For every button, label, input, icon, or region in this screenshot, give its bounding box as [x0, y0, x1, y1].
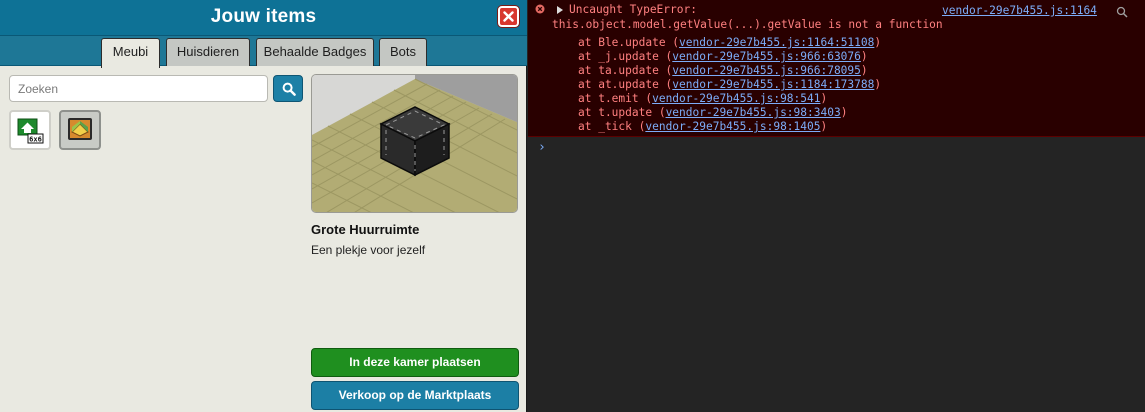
window-title: Jouw items — [210, 6, 317, 27]
stack-frame: at _tick (vendor-29e7b455.js:98:1405) — [578, 120, 828, 133]
search-icon — [282, 82, 296, 96]
item-tile-room-floor[interactable] — [59, 110, 101, 150]
stack-frame: at t.update (vendor-29e7b455.js:98:3403) — [578, 106, 848, 119]
room-6x6-icon: 6x6 — [17, 118, 44, 144]
item-name: Grote Huurruimte — [311, 222, 420, 237]
tab-huisdieren[interactable]: Huisdieren — [166, 38, 250, 66]
error-detail: this.object.model.getValue(...).getValue… — [552, 18, 943, 31]
close-icon — [503, 11, 514, 22]
tab-meubi[interactable]: Meubi — [101, 38, 160, 68]
stack-frame-link[interactable]: vendor-29e7b455.js:966:78095 — [672, 64, 861, 77]
room-floor-icon — [68, 118, 92, 140]
search-input[interactable] — [9, 75, 268, 102]
inventory-window: Jouw items Meubi Huisdieren Behaalde Bad… — [0, 0, 527, 412]
error-icon — [535, 4, 545, 14]
stack-frame: at ta.update (vendor-29e7b455.js:966:780… — [578, 64, 868, 77]
tab-bots[interactable]: Bots — [379, 38, 427, 66]
tile-badge-6x6: 6x6 — [29, 136, 42, 144]
stack-frame-link[interactable]: vendor-29e7b455.js:1164:51108 — [679, 36, 874, 49]
error-message: Uncaught TypeError: this.object.model.ge… — [528, 0, 1145, 137]
stack-frame: at at.update (vendor-29e7b455.js:1184:17… — [578, 78, 882, 91]
console-prompt[interactable]: › — [538, 140, 546, 155]
stack-frame-link[interactable]: vendor-29e7b455.js:98:1405 — [645, 120, 820, 133]
window-titlebar[interactable]: Jouw items — [0, 0, 527, 36]
item-description: Een plekje voor jezelf — [311, 243, 426, 257]
room-preview-image — [312, 75, 517, 212]
sell-on-marketplace-button[interactable]: Verkoop op de Marktplaats — [311, 381, 519, 410]
item-tile-room-6x6[interactable]: 6x6 — [9, 110, 51, 150]
stack-frame: at t.emit (vendor-29e7b455.js:98:541) — [578, 92, 828, 105]
stack-frame-link[interactable]: vendor-29e7b455.js:966:63076 — [672, 50, 861, 63]
close-button[interactable] — [498, 6, 519, 27]
devtools-console: Uncaught TypeError: this.object.model.ge… — [528, 0, 1145, 412]
stack-frame-link[interactable]: vendor-29e7b455.js:98:541 — [652, 92, 820, 105]
place-in-room-button[interactable]: In deze kamer plaatsen — [311, 348, 519, 377]
search-button[interactable] — [273, 75, 303, 102]
error-source-link[interactable]: vendor-29e7b455.js:1164 — [942, 4, 1097, 17]
stack-frame-link[interactable]: vendor-29e7b455.js:98:3403 — [666, 106, 841, 119]
stack-frame: at _j.update (vendor-29e7b455.js:966:630… — [578, 50, 868, 63]
tab-bar: Meubi Huisdieren Behaalde Badges Bots — [0, 36, 527, 68]
stack-frame-link[interactable]: vendor-29e7b455.js:1184:173788 — [672, 78, 874, 91]
expand-triangle-icon[interactable] — [557, 6, 563, 14]
error-title: Uncaught TypeError: — [569, 3, 697, 16]
magnifier-icon[interactable] — [1116, 6, 1128, 18]
tab-behaalde-badges[interactable]: Behaalde Badges — [256, 38, 374, 66]
stack-frame: at Ble.update (vendor-29e7b455.js:1164:5… — [578, 36, 882, 49]
item-preview — [311, 74, 518, 213]
